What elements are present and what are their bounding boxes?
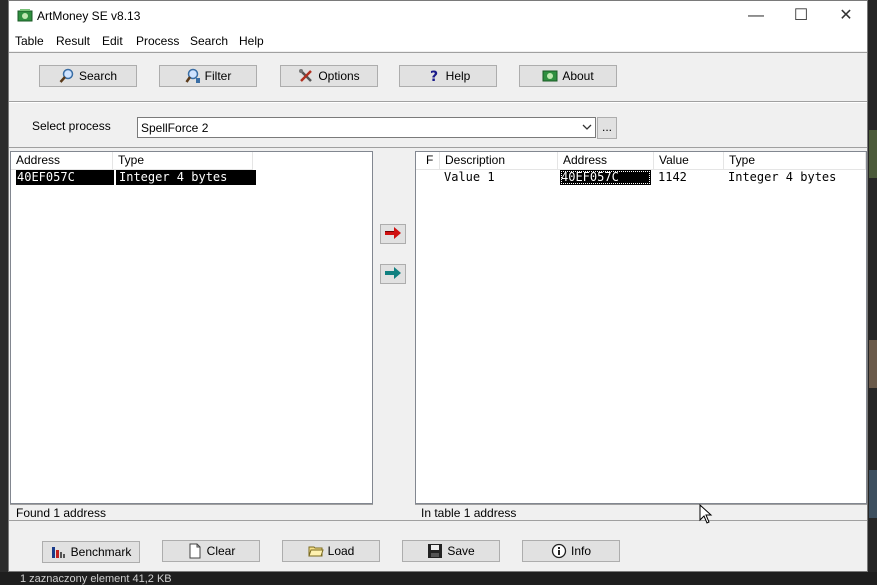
- window-title: ArtMoney SE v8.13: [37, 9, 141, 23]
- explorer-status-text: 1 zaznaczony element 41,2 KB: [20, 573, 172, 585]
- select-process-label: Select process: [32, 119, 111, 133]
- table-row-address[interactable]: 40EF057C: [560, 170, 651, 185]
- divider: [9, 52, 867, 53]
- about-button-label: About: [562, 69, 594, 83]
- benchmark-button-label: Benchmark: [70, 545, 132, 559]
- desktop-thumbnail: [869, 130, 877, 178]
- clear-button-label: Clear: [206, 544, 236, 558]
- column-header-address[interactable]: Address: [11, 152, 113, 169]
- table-row-description[interactable]: Value 1: [444, 170, 495, 184]
- divider: [9, 147, 867, 148]
- save-button-label: Save: [447, 544, 475, 558]
- floppy-disk-icon: [427, 543, 443, 559]
- search-button[interactable]: Search: [39, 65, 137, 87]
- cheat-table-list[interactable]: F Description Address Value Type Value 1…: [415, 151, 867, 504]
- question-mark-icon: ?: [426, 68, 442, 84]
- red-arrow-right-icon: [384, 226, 402, 242]
- column-header-type[interactable]: Type: [113, 152, 253, 169]
- table-row-type[interactable]: Integer 4 bytes: [728, 170, 836, 184]
- mouse-cursor-icon: [699, 503, 713, 527]
- close-button[interactable]: ✕: [823, 1, 869, 31]
- desktop-thumbnail: [869, 470, 877, 518]
- column-header-address[interactable]: Address: [558, 152, 654, 169]
- title-bar[interactable]: ArtMoney SE v8.13 — ☐ ✕: [9, 1, 867, 31]
- table-status: In table 1 address: [415, 504, 867, 520]
- table-row-value[interactable]: 1142: [658, 170, 687, 184]
- desktop-thumbnail: [869, 340, 877, 388]
- app-icon: [17, 8, 33, 24]
- column-header-type[interactable]: Type: [724, 152, 866, 169]
- menu-help[interactable]: Help: [239, 34, 264, 48]
- menu-edit[interactable]: Edit: [102, 34, 123, 48]
- info-button-label: Info: [570, 544, 591, 558]
- menu-result[interactable]: Result: [56, 34, 90, 48]
- menu-process[interactable]: Process: [136, 34, 179, 48]
- found-row-type[interactable]: Integer 4 bytes: [116, 170, 256, 185]
- teal-arrow-right-icon: [384, 266, 402, 282]
- svg-text:?: ?: [430, 69, 438, 84]
- about-button[interactable]: About: [519, 65, 617, 87]
- clear-button[interactable]: Clear: [162, 540, 260, 562]
- options-button-label: Options: [318, 69, 360, 83]
- search-button-label: Search: [78, 69, 118, 83]
- filter-button-label: Filter: [204, 69, 232, 83]
- add-all-to-table-button[interactable]: [380, 264, 406, 284]
- column-header-value[interactable]: Value: [654, 152, 724, 169]
- filter-magnifier-icon: [185, 68, 201, 84]
- options-button[interactable]: Options: [280, 65, 378, 87]
- about-app-icon: [542, 68, 558, 84]
- tools-icon: [298, 68, 314, 84]
- divider: [9, 520, 867, 521]
- blank-page-icon: [187, 543, 203, 559]
- magnifier-icon: [59, 68, 75, 84]
- filter-button[interactable]: Filter: [159, 65, 257, 87]
- info-icon: [551, 543, 567, 559]
- bar-chart-icon: [51, 544, 67, 560]
- info-button[interactable]: Info: [522, 540, 620, 562]
- browse-process-button[interactable]: ...: [597, 117, 617, 139]
- found-addresses-list[interactable]: Address Type 40EF057C Integer 4 bytes: [10, 151, 373, 504]
- artmoney-window: ArtMoney SE v8.13 — ☐ ✕ Table Result Edi…: [8, 0, 868, 572]
- divider: [9, 102, 867, 103]
- help-button-label: Help: [445, 69, 471, 83]
- menu-bar: Table Result Edit Process Search Help: [9, 31, 867, 51]
- save-button[interactable]: Save: [402, 540, 500, 562]
- found-status: Found 1 address: [10, 504, 373, 520]
- column-header-description[interactable]: Description: [440, 152, 558, 169]
- chevron-down-icon: [582, 120, 592, 137]
- maximize-button[interactable]: ☐: [778, 1, 824, 31]
- column-header-f[interactable]: F: [416, 152, 440, 169]
- minimize-button[interactable]: —: [733, 1, 779, 31]
- add-to-table-button[interactable]: [380, 224, 406, 244]
- process-select[interactable]: SpellForce 2: [137, 117, 596, 138]
- load-button[interactable]: Load: [282, 540, 380, 562]
- load-button-label: Load: [327, 544, 355, 558]
- help-button[interactable]: ? Help: [399, 65, 497, 87]
- menu-search[interactable]: Search: [190, 34, 228, 48]
- benchmark-button[interactable]: Benchmark: [42, 541, 140, 563]
- open-folder-icon: [307, 543, 324, 559]
- process-select-value: SpellForce 2: [141, 121, 209, 135]
- found-row-address[interactable]: 40EF057C: [16, 170, 114, 185]
- menu-table[interactable]: Table: [15, 34, 44, 48]
